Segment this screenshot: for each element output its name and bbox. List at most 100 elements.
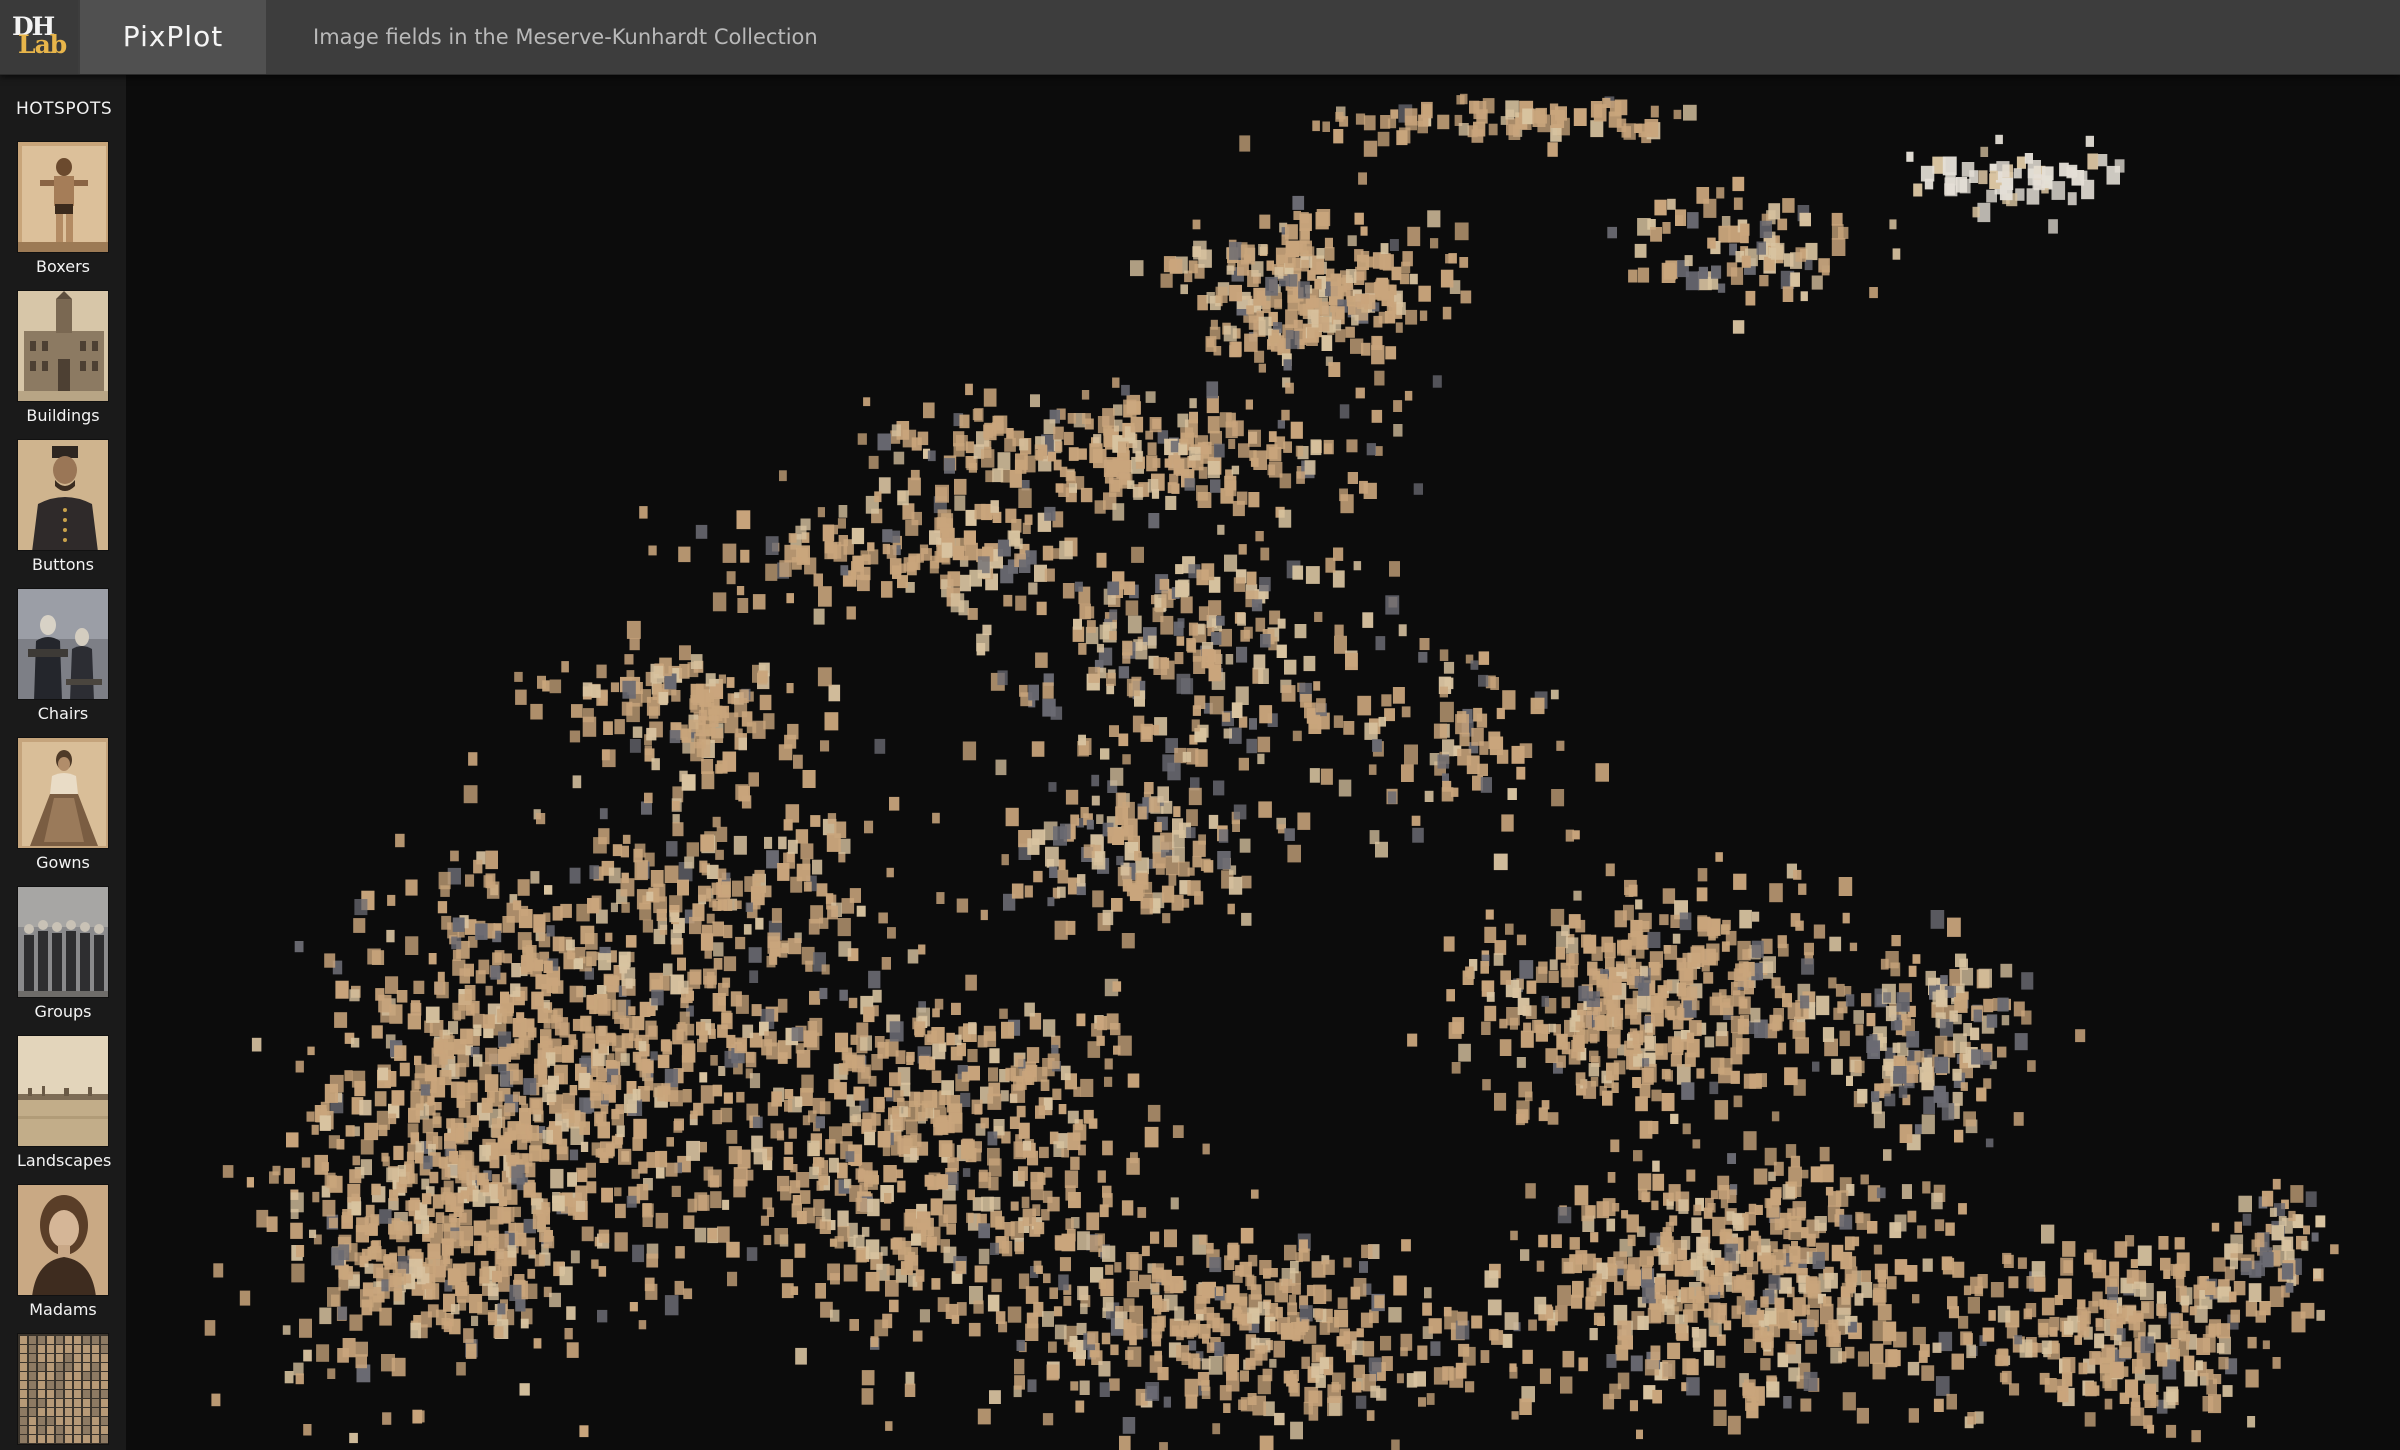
image-thumbnail[interactable] (1092, 890, 1104, 908)
image-thumbnail[interactable] (1021, 1196, 1030, 1208)
image-thumbnail[interactable] (1014, 1054, 1024, 1067)
image-thumbnail[interactable] (877, 1131, 891, 1148)
image-thumbnail[interactable] (256, 1209, 269, 1228)
image-thumbnail[interactable] (1109, 725, 1119, 737)
image-thumbnail[interactable] (1683, 104, 1697, 121)
image-thumbnail[interactable] (795, 1347, 807, 1365)
image-thumbnail[interactable] (2229, 1291, 2237, 1303)
image-thumbnail[interactable] (481, 1097, 493, 1113)
image-thumbnail[interactable] (629, 1302, 638, 1312)
image-thumbnail[interactable] (632, 1137, 643, 1151)
image-thumbnail[interactable] (834, 821, 847, 839)
image-thumbnail[interactable] (251, 1037, 262, 1052)
image-thumbnail[interactable] (1238, 544, 1247, 555)
image-thumbnail[interactable] (878, 912, 888, 924)
image-thumbnail[interactable] (704, 947, 712, 959)
image-thumbnail[interactable] (1409, 273, 1418, 285)
image-thumbnail[interactable] (737, 1149, 751, 1169)
image-thumbnail[interactable] (2009, 1383, 2020, 1396)
image-thumbnail[interactable] (880, 1218, 891, 1231)
image-thumbnail[interactable] (904, 1383, 916, 1397)
image-thumbnail[interactable] (1065, 789, 1079, 805)
image-thumbnail[interactable] (1810, 1166, 1823, 1183)
image-thumbnail[interactable] (1077, 1231, 1090, 1251)
image-thumbnail[interactable] (650, 1051, 658, 1061)
image-thumbnail[interactable] (1284, 659, 1297, 675)
image-thumbnail[interactable] (1152, 1295, 1163, 1309)
image-thumbnail[interactable] (1829, 936, 1842, 952)
image-thumbnail[interactable] (1669, 1215, 1678, 1226)
image-thumbnail[interactable] (1001, 1240, 1013, 1257)
image-thumbnail[interactable] (1883, 992, 1891, 1003)
image-thumbnail[interactable] (544, 885, 553, 895)
image-thumbnail[interactable] (451, 936, 462, 950)
image-thumbnail[interactable] (864, 1130, 876, 1146)
image-thumbnail[interactable] (1963, 1285, 1972, 1296)
image-thumbnail[interactable] (733, 1167, 748, 1187)
image-thumbnail[interactable] (1135, 452, 1143, 462)
image-thumbnail[interactable] (1160, 832, 1174, 850)
image-thumbnail[interactable] (1374, 370, 1385, 386)
image-thumbnail[interactable] (1704, 1036, 1715, 1048)
image-thumbnail[interactable] (2090, 1385, 2100, 1396)
image-thumbnail[interactable] (246, 1177, 254, 1188)
image-thumbnail[interactable] (1163, 1396, 1171, 1408)
image-thumbnail[interactable] (603, 973, 614, 986)
image-thumbnail[interactable] (1320, 768, 1333, 785)
image-thumbnail[interactable] (1159, 1442, 1168, 1450)
image-thumbnail[interactable] (813, 608, 825, 625)
image-thumbnail[interactable] (456, 1285, 470, 1303)
image-thumbnail[interactable] (810, 815, 821, 827)
image-thumbnail[interactable] (1161, 885, 1175, 903)
image-thumbnail[interactable] (1635, 899, 1643, 910)
image-thumbnail[interactable] (2316, 1309, 2325, 1321)
image-thumbnail[interactable] (1404, 108, 1418, 126)
image-thumbnail[interactable] (867, 1198, 880, 1217)
image-thumbnail[interactable] (1315, 1375, 1326, 1388)
image-thumbnail[interactable] (585, 1162, 596, 1178)
image-thumbnail[interactable] (1510, 1230, 1518, 1241)
image-thumbnail[interactable] (1721, 924, 1730, 935)
image-thumbnail[interactable] (800, 843, 814, 860)
image-thumbnail[interactable] (745, 1051, 755, 1063)
image-thumbnail[interactable] (479, 1144, 491, 1162)
image-thumbnail[interactable] (1606, 1062, 1619, 1081)
image-thumbnail[interactable] (812, 859, 823, 875)
image-thumbnail[interactable] (1035, 652, 1048, 668)
image-thumbnail[interactable] (2003, 1254, 2014, 1268)
image-thumbnail[interactable] (552, 1195, 565, 1212)
image-thumbnail[interactable] (946, 1032, 955, 1046)
image-thumbnail[interactable] (1783, 1396, 1792, 1409)
image-thumbnail[interactable] (1639, 1084, 1651, 1098)
image-thumbnail[interactable] (1621, 126, 1632, 138)
image-thumbnail[interactable] (378, 1124, 388, 1137)
image-thumbnail[interactable] (1443, 1306, 1452, 1317)
image-thumbnail[interactable] (1033, 1222, 1045, 1235)
image-thumbnail[interactable] (1774, 985, 1786, 999)
image-thumbnail[interactable] (1640, 965, 1648, 977)
image-thumbnail[interactable] (429, 1223, 437, 1233)
image-thumbnail[interactable] (629, 739, 641, 753)
image-thumbnail[interactable] (967, 608, 978, 620)
image-thumbnail[interactable] (1062, 583, 1075, 599)
image-thumbnail[interactable] (2086, 1249, 2097, 1262)
image-thumbnail[interactable] (2024, 153, 2033, 164)
image-thumbnail[interactable] (1733, 968, 1747, 987)
image-thumbnail[interactable] (724, 1050, 738, 1068)
image-thumbnail[interactable] (1176, 673, 1191, 694)
image-thumbnail[interactable] (865, 1271, 880, 1292)
image-thumbnail[interactable] (1627, 1234, 1636, 1247)
image-thumbnail[interactable] (886, 867, 894, 878)
image-thumbnail[interactable] (868, 1075, 877, 1087)
image-thumbnail[interactable] (1107, 827, 1120, 844)
image-thumbnail[interactable] (598, 999, 611, 1016)
image-thumbnail[interactable] (1284, 828, 1295, 841)
image-thumbnail[interactable] (1301, 259, 1309, 272)
image-thumbnail[interactable] (1078, 642, 1087, 655)
image-thumbnail[interactable] (1114, 1262, 1122, 1273)
image-thumbnail[interactable] (452, 917, 465, 932)
image-thumbnail[interactable] (1074, 581, 1083, 592)
image-thumbnail[interactable] (2171, 1338, 2179, 1348)
image-thumbnail[interactable] (1523, 1022, 1532, 1032)
image-thumbnail[interactable] (1051, 1044, 1059, 1054)
